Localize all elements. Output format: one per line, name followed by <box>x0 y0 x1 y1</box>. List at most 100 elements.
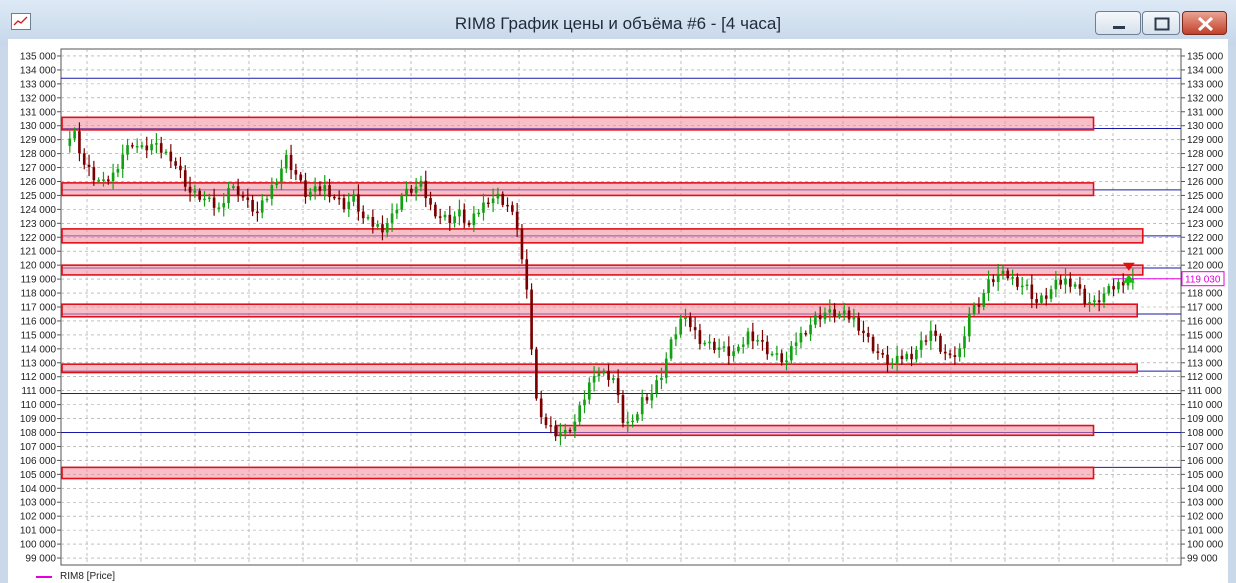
candle-body <box>405 188 408 196</box>
candle-body <box>544 417 548 426</box>
candle-body <box>207 197 211 200</box>
y-tick-label-left: 122 000 <box>20 233 57 244</box>
minimize-button[interactable] <box>1095 11 1141 35</box>
candle-body <box>1117 282 1120 290</box>
candle-body <box>587 382 591 400</box>
y-tick-label-left: 128 000 <box>20 149 57 160</box>
candle-body <box>563 430 567 434</box>
candle-body <box>842 310 846 314</box>
candle-body <box>655 380 658 394</box>
candle-body <box>347 201 351 210</box>
y-tick-label-left: 121 000 <box>20 247 57 258</box>
candle-body <box>227 188 230 204</box>
candle-body <box>241 195 245 198</box>
y-tick-label-right: 123 000 <box>1187 219 1224 230</box>
candle-body <box>1001 270 1005 274</box>
y-tick-label-right: 101 000 <box>1187 526 1224 537</box>
candle-body <box>467 222 471 226</box>
candle-body <box>1093 300 1096 303</box>
candle-body <box>155 143 158 145</box>
y-tick-label-left: 127 000 <box>20 163 57 174</box>
candle-body <box>1102 293 1106 303</box>
candle-body <box>934 330 937 336</box>
candle-body <box>1107 286 1111 294</box>
candle-body <box>578 405 582 422</box>
candle-body <box>260 200 264 213</box>
candle-body <box>1054 279 1058 290</box>
candle-body <box>958 348 961 358</box>
candle-body <box>381 224 384 233</box>
candle-body <box>621 395 625 423</box>
candle-body <box>722 346 726 348</box>
chart-area[interactable]: 135 000 135 000 134 000 134 000 133 000 133 0… <box>8 39 1228 583</box>
candle-body <box>183 170 187 187</box>
candle-body <box>857 317 860 331</box>
y-tick-label-right: 107 000 <box>1187 442 1224 453</box>
candle-body <box>794 342 798 347</box>
legend: RIM8 [Price] <box>36 571 115 582</box>
y-tick-label-right: 128 000 <box>1187 149 1224 160</box>
candle-body <box>785 360 788 363</box>
maximize-button[interactable] <box>1142 11 1180 35</box>
candle-body <box>554 425 557 437</box>
candle-body <box>674 334 678 340</box>
minimize-icon <box>1113 26 1125 29</box>
candle-body <box>713 341 716 350</box>
candle-body <box>727 346 731 356</box>
candle-body <box>458 209 461 217</box>
price-chart[interactable]: 135 000 135 000 134 000 134 000 133 000 133 0… <box>8 39 1228 583</box>
y-tick-label-left: 135 000 <box>20 51 57 62</box>
y-tick-label-right: 112 000 <box>1187 372 1223 383</box>
candle-body <box>448 214 452 224</box>
candle-body <box>852 317 856 320</box>
candle-body <box>943 351 947 354</box>
candle-body <box>891 363 894 365</box>
y-tick-label-left: 99 000 <box>25 554 56 565</box>
y-tick-label-left: 113 000 <box>21 358 57 369</box>
y-tick-label-left: 105 000 <box>20 470 57 481</box>
candle-body <box>501 193 505 205</box>
candle-body <box>376 224 379 227</box>
price-zone <box>61 466 1095 480</box>
y-tick-label-right: 132 000 <box>1187 93 1224 104</box>
candle-body <box>150 144 153 151</box>
candle-body <box>910 353 913 360</box>
candle-body <box>698 330 702 344</box>
candle-body <box>198 190 202 200</box>
candle-body <box>337 197 341 200</box>
candle-body <box>78 131 81 154</box>
candle-body <box>929 330 933 341</box>
price-zone <box>61 116 1095 131</box>
candle-body <box>443 214 447 218</box>
price-zone <box>61 363 1138 374</box>
y-tick-label-left: 102 000 <box>20 512 57 523</box>
candle-body <box>1064 278 1067 285</box>
y-tick-label-left: 109 000 <box>20 414 57 425</box>
y-tick-label-right: 106 000 <box>1187 456 1224 467</box>
y-tick-label-right: 113 000 <box>1187 358 1223 369</box>
candle-body <box>746 331 750 345</box>
close-button[interactable] <box>1182 11 1227 35</box>
y-tick-label-left: 108 000 <box>20 428 57 439</box>
candle-body <box>361 211 365 219</box>
candle-body <box>1049 289 1053 299</box>
candle-body <box>948 353 952 356</box>
candle-body <box>559 433 562 437</box>
candle-body <box>876 351 880 354</box>
candle-body <box>246 197 250 200</box>
candle-body <box>434 204 437 217</box>
candle-body <box>73 131 76 139</box>
candle-body <box>693 327 697 331</box>
candle-body <box>232 186 235 189</box>
y-tick-label-right: 111 000 <box>1187 386 1222 397</box>
y-tick-label-right: 115 000 <box>1187 330 1223 341</box>
candle-body <box>866 333 870 337</box>
candle-body <box>486 202 490 205</box>
candle-body <box>491 198 495 204</box>
candle-body <box>462 209 466 223</box>
price-zone <box>61 303 1138 318</box>
candle-body <box>765 341 769 355</box>
candle-body <box>145 145 149 151</box>
candle-body <box>684 317 687 319</box>
candle-body <box>280 168 283 183</box>
